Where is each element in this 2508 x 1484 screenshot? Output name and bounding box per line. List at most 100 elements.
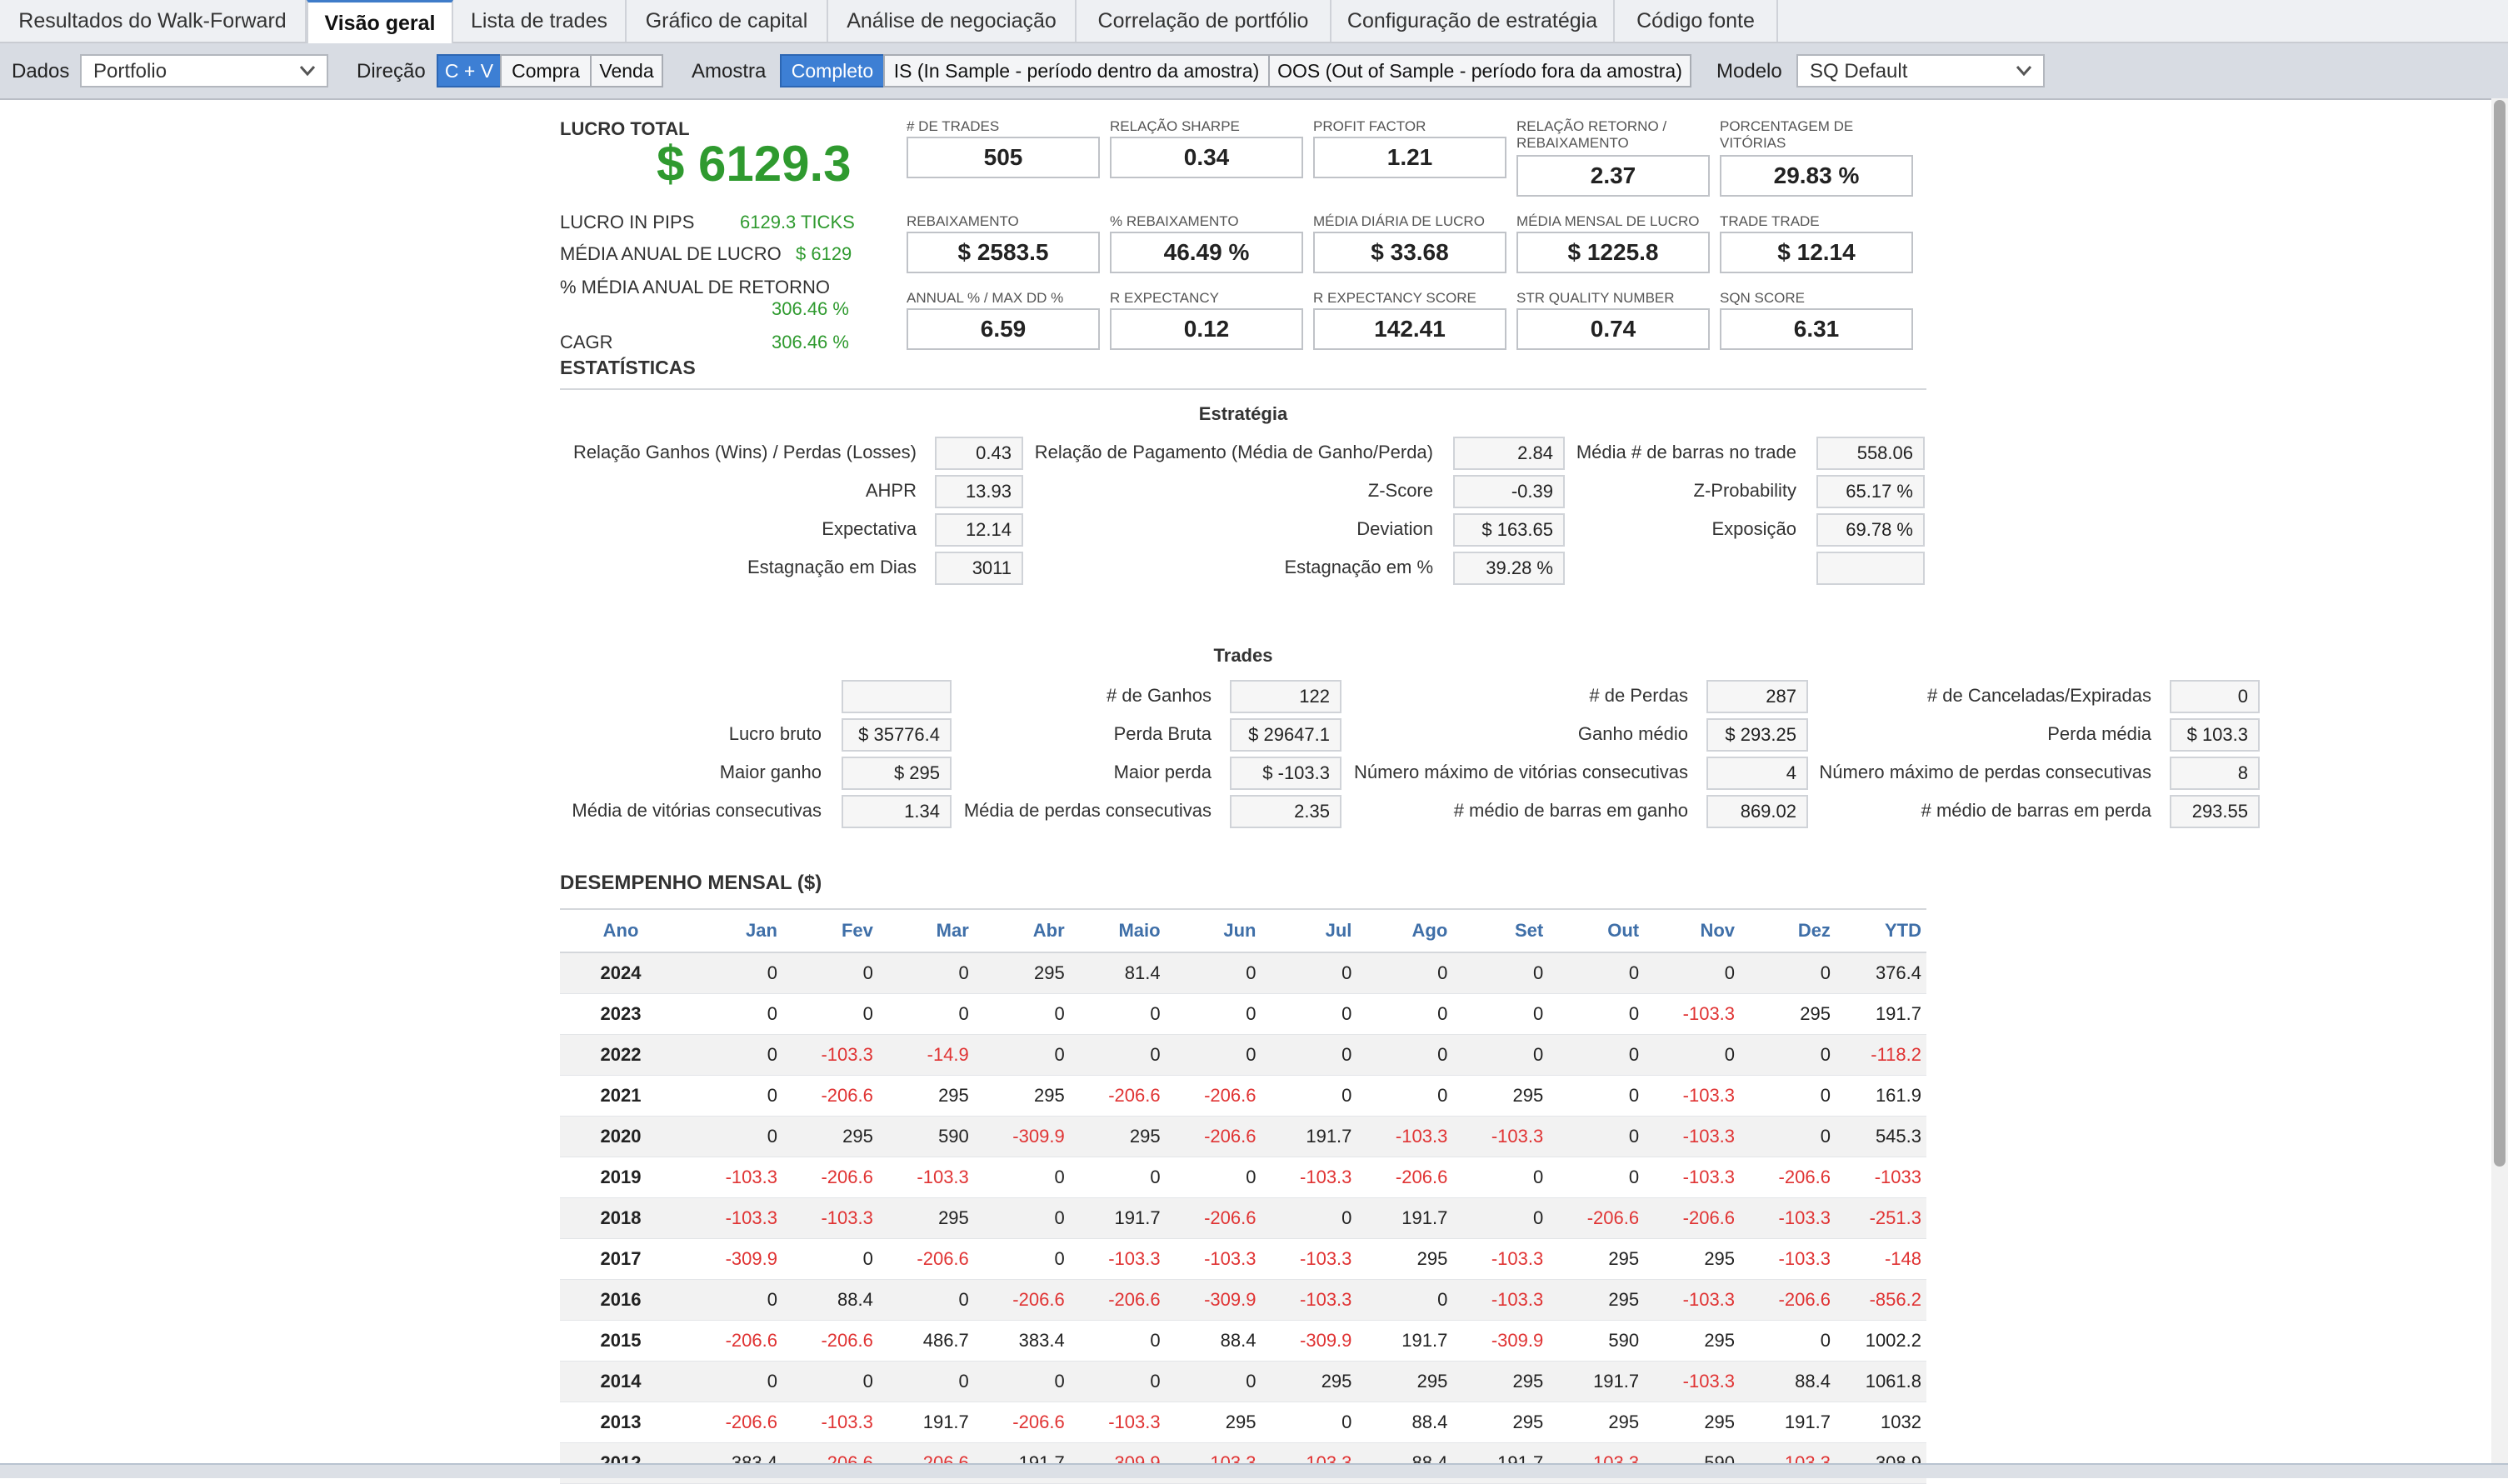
sample-is-button[interactable]: IS (In Sample - período dentro da amostr… xyxy=(883,54,1270,87)
month-cell: 0 xyxy=(1628,1126,1640,1147)
tab-portfolio-correlation[interactable]: Correlação de portfólio xyxy=(1077,0,1331,42)
scrollbar-thumb[interactable] xyxy=(2494,100,2506,1167)
month-cell: -103.3 xyxy=(1491,1289,1544,1310)
data-select[interactable]: Portfolio xyxy=(80,54,328,87)
tab-strategy-config[interactable]: Configuração de estratégia xyxy=(1331,0,1615,42)
month-cell: -206.6 xyxy=(1204,1085,1256,1106)
month-cell: 0 xyxy=(767,1044,777,1065)
month-cell: 0 xyxy=(1054,1248,1065,1269)
column-header: Dez xyxy=(1797,920,1831,941)
month-cell: -14.9 xyxy=(927,1044,969,1065)
month-cell: -103.3 xyxy=(725,1207,777,1228)
statistics-heading: ESTATÍSTICAS xyxy=(560,357,696,378)
trade-stat-value: 122 xyxy=(1230,680,1341,713)
stat-label: Z-Probability xyxy=(1693,480,1796,501)
month-cell: -309.9 xyxy=(1204,1289,1256,1310)
month-cell: 0 xyxy=(862,962,873,983)
month-cell: 0 xyxy=(1150,1044,1161,1065)
month-cell: 191.7 xyxy=(1306,1126,1352,1147)
month-cell: 0 xyxy=(1628,1003,1640,1024)
direction-sell-button[interactable]: Venda xyxy=(590,54,663,87)
direction-buy-button[interactable]: Compra xyxy=(500,54,592,87)
month-cell: 295 xyxy=(938,1207,969,1228)
month-cell: 88.4 xyxy=(1411,1412,1448,1432)
month-cell: 0 xyxy=(1341,1412,1352,1432)
metric-value: 29.83 % xyxy=(1720,155,1913,197)
model-select-value: SQ Default xyxy=(1810,60,1908,82)
trade-stat-label: Média de vitórias consecutivas xyxy=(572,800,822,821)
month-cell: 0 xyxy=(1820,1330,1831,1351)
profit-pips-label: LUCRO IN PIPS xyxy=(560,212,695,232)
month-cell: 0 xyxy=(1341,962,1352,983)
stat-label: Relação Ganhos (Wins) / Perdas (Losses) xyxy=(572,442,917,462)
trade-stat-value: 4 xyxy=(1706,757,1808,790)
direction-both-button[interactable]: C + V xyxy=(437,54,502,87)
stat-value: $ 163.65 xyxy=(1453,513,1565,547)
sample-label: Amostra xyxy=(692,60,767,82)
table-row: 2018 -103.3 -103.3 295 0 191.7 -206.6 0 191.7 0 -2… xyxy=(560,1198,1926,1239)
month-cell: -103.3 xyxy=(1682,1126,1736,1147)
month-cell: 0 xyxy=(1437,1003,1448,1024)
month-cell: 0 xyxy=(1628,1167,1640,1187)
metric-label: R EXPECTANCY xyxy=(1110,290,1219,306)
column-header: Out xyxy=(1607,920,1640,941)
month-cell: 0 xyxy=(1341,1044,1352,1065)
year-cell: 2018 xyxy=(600,1207,642,1228)
stat-label: Z-Score xyxy=(1367,480,1433,501)
year-cell: 2015 xyxy=(600,1330,642,1351)
trade-stat-value: 293.55 xyxy=(2170,795,2260,828)
month-cell: 295 xyxy=(1512,1412,1544,1432)
tab-equity-chart[interactable]: Gráfico de capital xyxy=(627,0,828,42)
metric-value: 46.49 % xyxy=(1110,232,1303,273)
stat-label: Estagnação em Dias xyxy=(747,557,917,577)
month-cell: 0 xyxy=(1437,1289,1448,1310)
tab-source-code[interactable]: Código fonte xyxy=(1615,0,1778,42)
tab-walk-forward-results[interactable]: Resultados do Walk-Forward xyxy=(0,0,307,42)
month-cell: 295 xyxy=(1704,1248,1736,1269)
trade-stat-value: 1.34 xyxy=(842,795,952,828)
tab-overview[interactable]: Visão geral xyxy=(307,0,453,43)
direction-label: Direção xyxy=(357,60,426,82)
tab-trade-list[interactable]: Lista de trades xyxy=(453,0,627,42)
table-row: 2023 0 0 0 0 0 0 0 0 0 0 -103.3 295 191.7 xyxy=(560,994,1926,1035)
month-cell: 0 xyxy=(1532,1044,1544,1065)
column-header: Fev xyxy=(841,920,873,941)
month-cell: 191.7 xyxy=(1593,1371,1640,1392)
trade-stat-value xyxy=(842,680,952,713)
metric-value: $ 2583.5 xyxy=(907,232,1100,273)
month-cell: -103.3 xyxy=(1300,1289,1352,1310)
sample-oos-button[interactable]: OOS (Out of Sample - período fora da amo… xyxy=(1268,54,1691,87)
cagr-label: CAGR xyxy=(560,332,613,352)
sample-full-button[interactable]: Completo xyxy=(780,54,885,87)
metric-value: 1.21 xyxy=(1313,137,1506,178)
month-cell: 295 xyxy=(1512,1371,1544,1392)
model-label: Modelo xyxy=(1716,60,1782,82)
month-cell: -103.3 xyxy=(1682,1085,1736,1106)
month-cell: 0 xyxy=(1054,1371,1065,1392)
month-cell: 0 xyxy=(958,1371,969,1392)
stat-value: 12.14 xyxy=(935,513,1023,547)
month-cell: -206.6 xyxy=(1395,1167,1448,1187)
month-cell: 0 xyxy=(958,1289,969,1310)
model-select[interactable]: SQ Default xyxy=(1796,54,2045,87)
table-row: 2013 -206.6 -103.3 191.7 -206.6 -103.3 295 0 88.… xyxy=(560,1402,1926,1443)
table-row: 2022 0 -103.3 -14.9 0 0 0 0 0 0 0 0 0 -118.2 xyxy=(560,1035,1926,1076)
month-cell: -103.3 xyxy=(1204,1248,1256,1269)
month-cell: -206.6 xyxy=(1204,1207,1256,1228)
trade-stat-value: $ 103.3 xyxy=(2170,718,2260,752)
month-cell: -103.3 xyxy=(821,1044,873,1065)
stat-value: 0.43 xyxy=(935,437,1023,470)
month-cell: -206.6 xyxy=(1012,1412,1065,1432)
metric-label: # DE TRADES xyxy=(907,118,1000,134)
status-bar xyxy=(0,1463,2508,1478)
tab-trade-analysis[interactable]: Análise de negociação xyxy=(828,0,1077,42)
month-cell: 295 xyxy=(1416,1371,1448,1392)
table-row: 2021 0 -206.6 295 295 -206.6 -206.6 0 0 295 0 -103.… xyxy=(560,1076,1926,1117)
month-cell: 191.7 xyxy=(1401,1207,1448,1228)
monthly-performance-heading: DESEMPENHO MENSAL ($) xyxy=(560,872,822,894)
month-cell: 0 xyxy=(767,1126,777,1147)
stat-label: Expectativa xyxy=(822,518,917,539)
month-cell: -206.6 xyxy=(917,1248,969,1269)
monthly-performance-table: Ano Jan Fev Mar Abr Maio Jun Jul Ago Set… xyxy=(560,908,1926,1484)
column-header: Jan xyxy=(746,920,777,941)
